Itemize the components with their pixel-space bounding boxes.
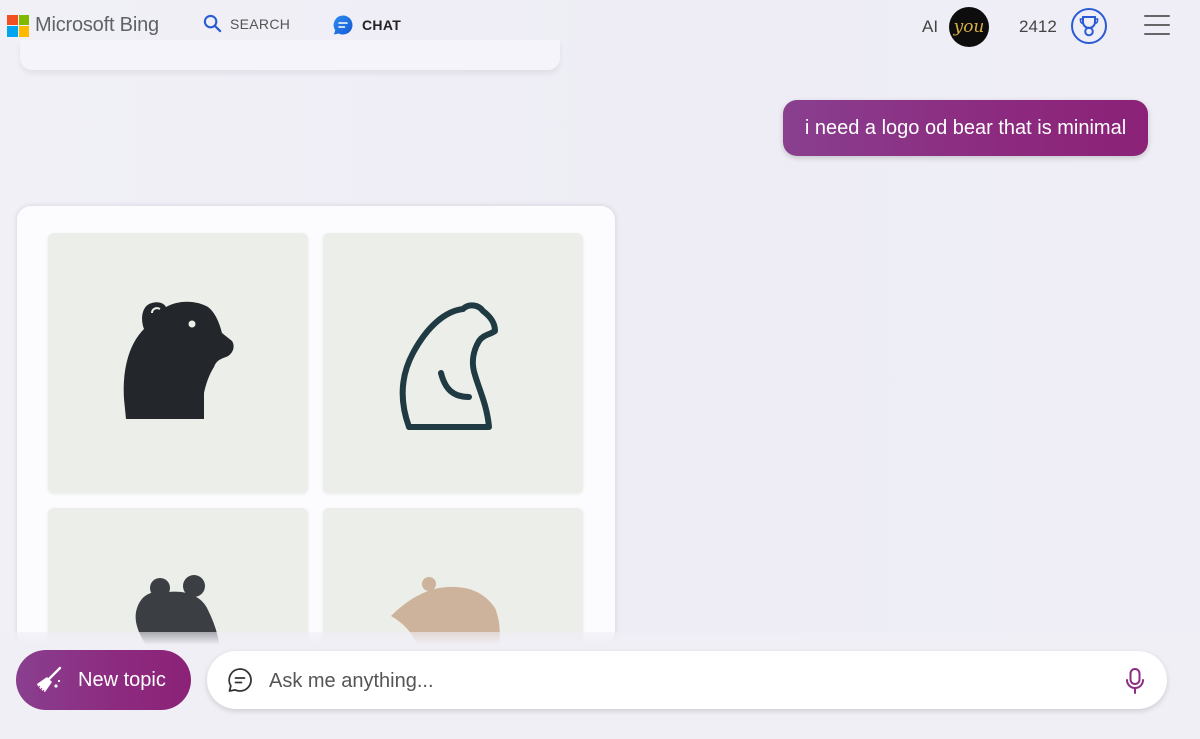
search-icon	[203, 14, 222, 33]
generated-image[interactable]	[48, 233, 308, 493]
broom-icon	[36, 666, 62, 694]
chat-input[interactable]	[267, 660, 1111, 702]
user-message-bubble: i need a logo od bear that is minimal	[783, 100, 1148, 156]
generated-images-card	[17, 206, 615, 646]
tab-chat-label: CHAT	[362, 17, 402, 33]
chat-input-box[interactable]	[207, 651, 1167, 709]
tab-search[interactable]: SEARCH	[203, 14, 290, 33]
chat-bubble-icon	[228, 668, 252, 692]
avatar[interactable]: you	[949, 7, 989, 47]
rewards-points[interactable]: 2412	[1019, 17, 1057, 37]
chat-icon	[333, 15, 353, 35]
trophy-icon	[1079, 16, 1099, 37]
bing-logo[interactable]: Microsoft Bing	[7, 14, 159, 37]
hamburger-menu-icon[interactable]	[1144, 15, 1170, 35]
new-topic-label: New topic	[78, 668, 166, 691]
generated-image[interactable]	[48, 508, 308, 646]
ai-label: AI	[922, 17, 939, 36]
bear-logo-icon	[135, 575, 220, 646]
bear-logo-icon	[391, 577, 500, 646]
rewards-button[interactable]	[1071, 8, 1107, 44]
generated-image[interactable]	[323, 233, 583, 493]
tab-search-label: SEARCH	[230, 15, 291, 32]
avatar-text: you	[953, 17, 985, 37]
microphone-icon[interactable]	[1124, 667, 1146, 695]
tab-chat[interactable]: CHAT	[332, 14, 401, 36]
bear-logo-icon	[123, 301, 234, 419]
generated-image[interactable]	[323, 508, 583, 646]
microsoft-logo-icon	[7, 14, 29, 37]
new-topic-button[interactable]: New topic	[16, 650, 191, 710]
user-message-text: i need a logo od bear that is minimal	[804, 116, 1127, 139]
bear-logo-icon	[399, 302, 498, 430]
previous-message-card	[20, 40, 560, 70]
logo-text: Microsoft Bing	[35, 14, 159, 36]
